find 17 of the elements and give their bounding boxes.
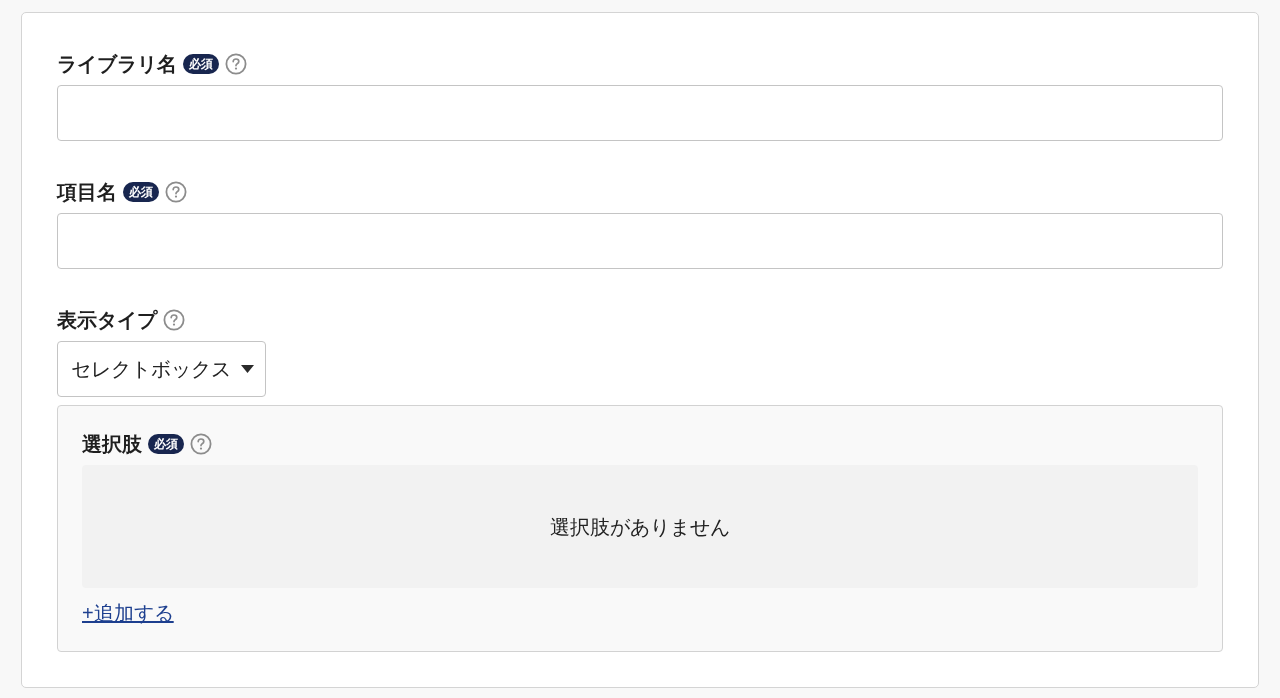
required-badge: 必須 — [183, 54, 219, 74]
field-label: ライブラリ名 — [57, 52, 177, 76]
help-icon[interactable] — [225, 53, 247, 75]
text-input-field[interactable] — [57, 213, 1223, 269]
text-input-field[interactable] — [57, 85, 1223, 141]
type-dropdown[interactable]: セレクトボックス — [57, 341, 266, 397]
help-icon[interactable] — [190, 433, 212, 455]
field-label: 選択肢 — [82, 432, 142, 456]
required-badge: 必須 — [123, 182, 159, 202]
empty-message: 選択肢がありません — [550, 514, 730, 540]
caret-icon — [241, 365, 254, 373]
field-label: 表示タイプ — [57, 308, 157, 332]
required-badge: 必須 — [148, 434, 184, 454]
help-icon[interactable] — [165, 181, 187, 203]
help-icon[interactable] — [163, 309, 185, 331]
add-link[interactable]: +追加する — [82, 601, 174, 625]
field-label: 項目名 — [57, 180, 117, 204]
